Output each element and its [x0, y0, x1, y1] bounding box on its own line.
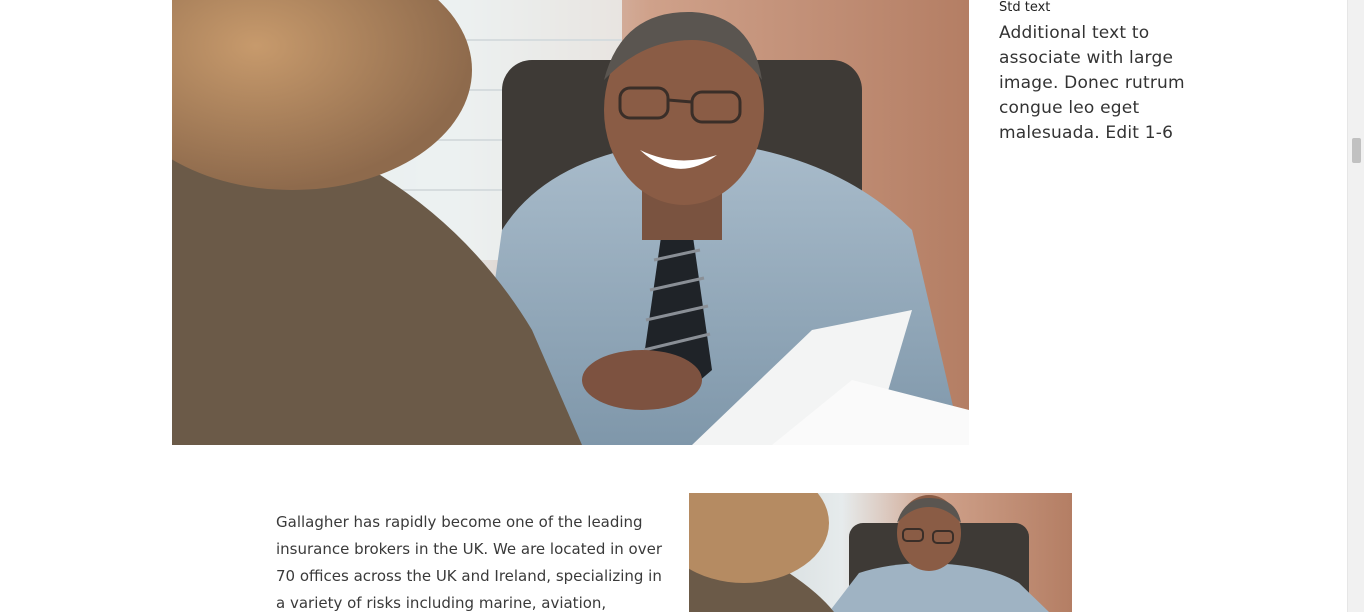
small-photo — [689, 493, 1072, 612]
caption-text: Additional text to associate with large … — [999, 23, 1185, 143]
hero-photo — [172, 0, 969, 445]
caption-label: Std text — [999, 0, 1051, 15]
intro-paragraph: Gallagher has rapidly become one of the … — [276, 513, 663, 612]
vertical-scrollbar[interactable] — [1347, 0, 1364, 612]
page: Std text Additional text to associate wi… — [0, 0, 1364, 612]
scrollbar-thumb[interactable] — [1352, 138, 1361, 163]
